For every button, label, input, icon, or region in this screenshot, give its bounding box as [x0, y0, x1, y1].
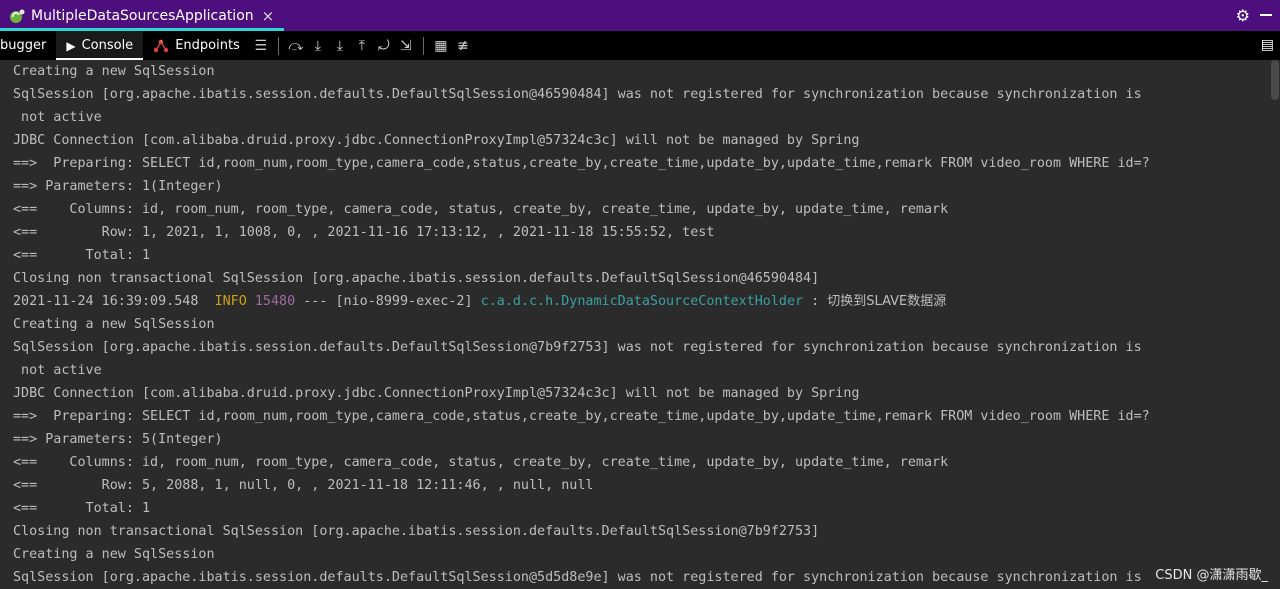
trace-icon[interactable]: ≢: [452, 38, 474, 54]
console-line: <== Row: 5, 2088, 1, null, 0, , 2021-11-…: [13, 478, 594, 493]
close-icon[interactable]: ×: [262, 7, 275, 25]
minimize-icon[interactable]: [1260, 14, 1272, 16]
toolbar-divider: [277, 36, 279, 55]
vertical-scrollbar[interactable]: [1270, 60, 1280, 589]
tab-endpoints[interactable]: Endpoints: [143, 31, 250, 60]
menu-icon[interactable]: ☰: [250, 38, 272, 54]
evaluate-expression-icon[interactable]: ▦: [430, 38, 452, 54]
spring-boot-icon: [10, 9, 25, 23]
step-into-icon[interactable]: ⤓: [307, 38, 329, 54]
log-line: 2021-11-24 16:39:09.548 INFO 15480 --- […: [13, 293, 946, 311]
console-line: SqlSession [org.apache.ibatis.session.de…: [13, 87, 1142, 102]
step-out-icon[interactable]: ⤒: [351, 38, 373, 54]
tab-console-label: Console: [81, 38, 134, 53]
run-toolbar: bugger ▶ Console Endpoints ☰ ⤼ ⤓ ⤓ ⤒ ⤾ ⇲…: [0, 31, 1280, 60]
run-config-tab[interactable]: MultipleDataSourcesApplication ×: [0, 0, 285, 31]
console-line: Creating a new SqlSession: [13, 317, 215, 332]
title-bar: MultipleDataSourcesApplication × ⚙: [0, 0, 1280, 31]
layout-icon[interactable]: ▤: [1261, 37, 1274, 53]
console-line: Creating a new SqlSession: [13, 64, 215, 79]
endpoints-icon: [153, 39, 169, 52]
log-pid: 15480: [254, 294, 296, 309]
force-step-into-icon[interactable]: ⤓: [329, 38, 351, 54]
step-over-icon[interactable]: ⤼: [285, 38, 307, 54]
log-colon: :: [811, 294, 820, 309]
console-line: ==> Preparing: SELECT id,room_num,room_t…: [13, 156, 1150, 171]
console-line: Closing non transactional SqlSession [or…: [13, 271, 820, 286]
run-config-title: MultipleDataSourcesApplication: [31, 7, 254, 24]
console-line: <== Row: 1, 2021, 1, 1008, 0, , 2021-11-…: [13, 225, 715, 240]
console-line: Creating a new SqlSession: [13, 547, 215, 562]
log-separator: ---: [303, 294, 328, 309]
console-line: ==> Preparing: SELECT id,room_num,room_t…: [13, 409, 1150, 424]
watermark: CSDN @潇潇雨歇_: [1155, 568, 1268, 583]
tab-debugger-label: bugger: [0, 38, 47, 53]
console-line: ==> Parameters: 5(Integer): [13, 432, 223, 447]
scrollbar-thumb[interactable]: [1271, 60, 1279, 100]
console-line: SqlSession [org.apache.ibatis.session.de…: [13, 570, 1142, 585]
console-line: Closing non transactional SqlSession [or…: [13, 524, 820, 539]
toolbar-divider: [422, 36, 424, 55]
console-line: not active: [13, 363, 102, 378]
tab-console[interactable]: ▶ Console: [56, 31, 144, 60]
console-line: <== Total: 1: [13, 248, 151, 263]
tab-debugger[interactable]: bugger: [0, 31, 56, 60]
console-line: ==> Parameters: 1(Integer): [13, 179, 223, 194]
console-line: not active: [13, 110, 102, 125]
console-line: JDBC Connection [com.alibaba.druid.proxy…: [13, 133, 860, 148]
console-line: <== Columns: id, room_num, room_type, ca…: [13, 202, 949, 217]
gear-icon[interactable]: ⚙: [1236, 6, 1250, 25]
console-line: JDBC Connection [com.alibaba.druid.proxy…: [13, 386, 860, 401]
run-to-cursor-icon[interactable]: ⇲: [395, 38, 417, 54]
console-line: <== Columns: id, room_num, room_type, ca…: [13, 455, 949, 470]
log-message: 切换到SLAVE数据源: [827, 294, 947, 309]
drop-frame-icon[interactable]: ⤾: [373, 38, 395, 54]
log-logger[interactable]: c.a.d.c.h.DynamicDataSourceContextHolder: [481, 294, 803, 309]
log-timestamp: 2021-11-24 16:39:09.548: [13, 294, 199, 309]
log-thread: [nio-8999-exec-2]: [335, 294, 473, 309]
console-line: SqlSession [org.apache.ibatis.session.de…: [13, 340, 1142, 355]
tab-endpoints-label: Endpoints: [175, 38, 240, 53]
console-output[interactable]: Creating a new SqlSession SqlSession [or…: [0, 60, 1270, 589]
console-line: <== Total: 1: [13, 501, 151, 516]
log-level: INFO: [214, 294, 247, 309]
console-icon: ▶: [66, 38, 76, 53]
